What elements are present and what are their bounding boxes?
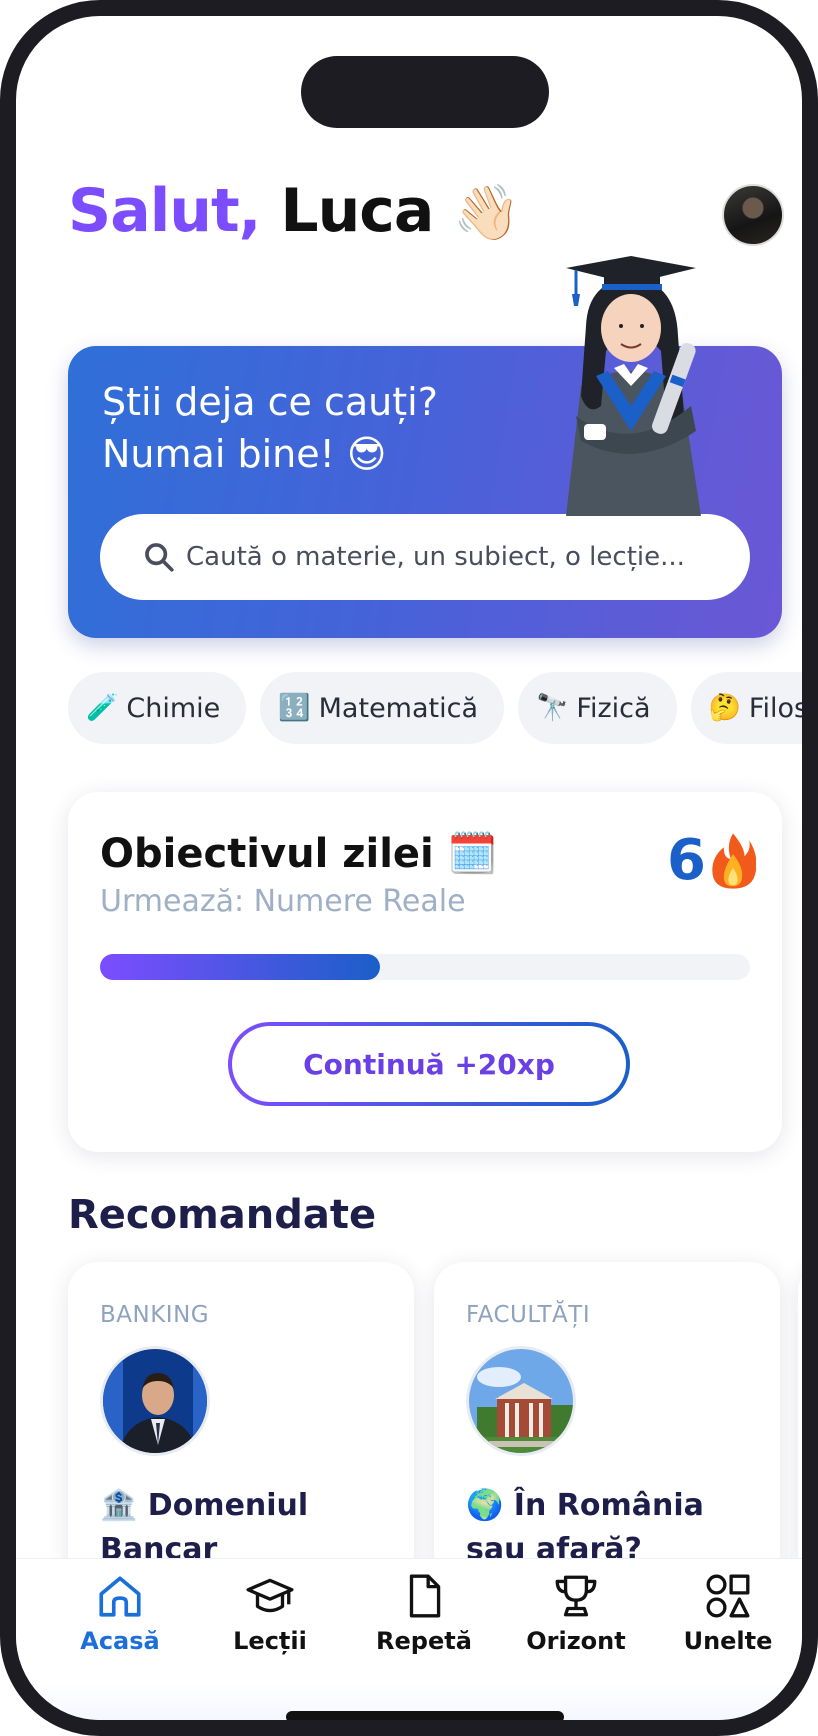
search-placeholder: Caută o materie, un subiect, o lecție... [186,542,685,572]
document-icon [409,1574,441,1618]
hero-line-1: Știi deja ce cauți? [102,380,438,424]
nav-orizont[interactable]: Orizont [516,1571,636,1655]
goal-progress-bar [100,954,750,980]
nav-repeta[interactable]: Repetă [364,1571,484,1655]
chip-chimie[interactable]: 🧪 Chimie [68,672,247,744]
graduate-illustration [566,256,701,516]
banker-photo [100,1346,210,1456]
hero-line-2: Numai bine! 😎 [102,432,387,476]
chip-matematica[interactable]: 🔢 Matematică [260,672,505,744]
profile-avatar[interactable] [722,184,784,246]
daily-goal-card: Obiectivul zilei 🗓️ Urmează: Numere Real… [68,792,782,1152]
home-indicator [286,1711,564,1720]
nav-label: Orizont [526,1627,626,1655]
thinking-face-icon: 🤔 [708,693,741,723]
recommended-heading: Recomandate [68,1192,377,1238]
greeting-heading: Salut, Luca 👋🏻 [68,176,521,246]
numbers-icon: 🔢 [278,693,311,723]
goal-next-lesson: Urmează: Numere Reale [100,884,466,919]
goal-title: Obiectivul zilei 🗓️ [100,831,498,877]
chip-label: Chimie [126,692,221,724]
subject-chips: 🧪 Chimie 🔢 Matematică 🔭 Fizică 🤔 Filosof… [68,672,809,744]
nav-acasa[interactable]: Acasă [60,1571,180,1655]
test-tube-icon: 🧪 [86,693,119,723]
nav-label: Unelte [683,1627,773,1655]
graduation-cap-icon [246,1578,294,1613]
recommended-card-facultati[interactable]: FACULTĂȚI 🌍 În România sau afară? [434,1262,780,1592]
home-icon [99,1576,141,1617]
recommended-card-partial[interactable] [798,1262,802,1592]
card-category: BANKING [100,1302,210,1328]
chip-filosofie[interactable]: 🤔 Filosofie [690,672,809,744]
bottom-navigation: Acasă Lecții Repetă Orizont Unelte [16,1558,802,1720]
chip-fizica[interactable]: 🔭 Fizică [518,672,677,744]
nav-label: Acasă [80,1627,160,1655]
university-photo [466,1346,576,1456]
continue-button[interactable]: Continuă +20xp [228,1022,630,1106]
shapes-icon [706,1574,750,1618]
chip-label: Matematică [318,692,479,724]
nav-unelte[interactable]: Unelte [668,1571,788,1655]
banker-image [103,1349,207,1453]
university-image [469,1349,573,1453]
nav-label: Repetă [376,1627,472,1655]
telescope-icon: 🔭 [536,693,569,723]
chip-label: Fizică [576,692,651,724]
recommended-card-banking[interactable]: BANKING 🏦 Domeniul Bancar [68,1262,414,1592]
search-input[interactable]: Caută o materie, un subiect, o lecție... [100,514,750,600]
user-name: Luca [280,176,434,246]
fire-icon [712,832,756,889]
streak-count: 6 [667,828,706,893]
streak-counter: 6 [667,828,756,893]
card-category: FACULTĂȚI [466,1302,591,1328]
nav-label: Lecții [233,1627,307,1655]
goal-progress-fill [100,954,380,980]
hero-message: Știi deja ce cauți? Numai bine! 😎 [102,376,482,480]
dynamic-island [301,56,549,128]
phone-screen: Salut, Luca 👋🏻 Știi deja ce cauți? Numai… [0,0,818,1736]
chip-label: Filosofie [748,692,809,724]
search-icon [145,543,174,572]
nav-lectii[interactable]: Lecții [210,1571,330,1655]
greeting-text: Salut, [68,176,261,246]
wave-emoji: 👋🏻 [453,181,520,244]
trophy-icon [555,1575,597,1617]
